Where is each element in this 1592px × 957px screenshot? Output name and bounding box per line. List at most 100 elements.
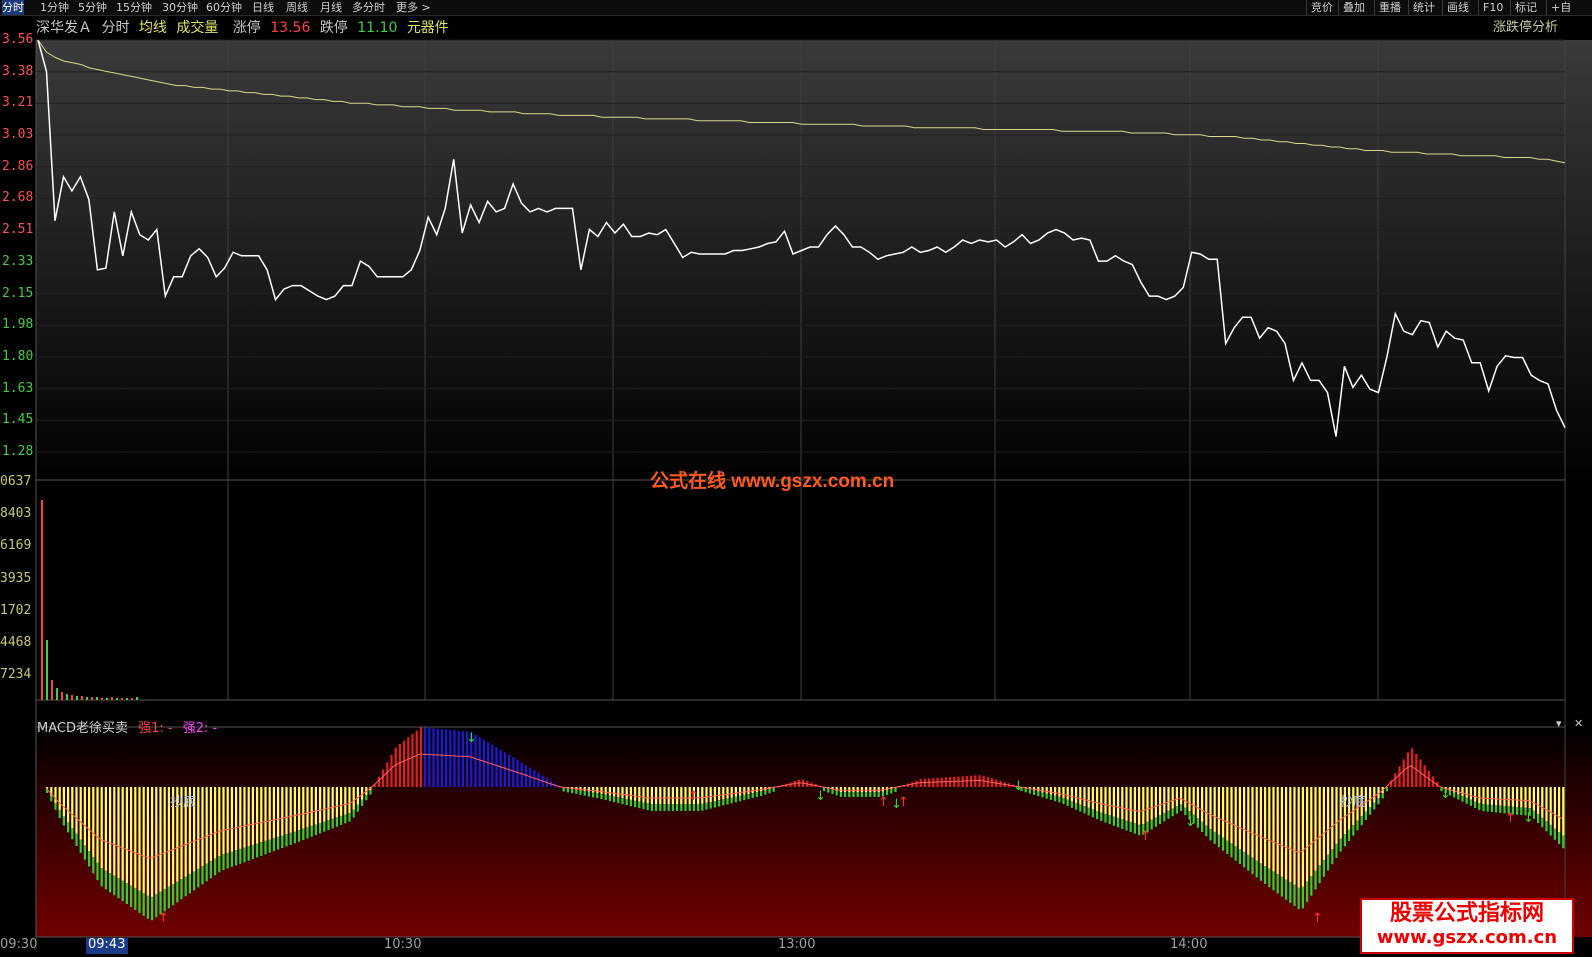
macd-bar-green — [608, 795, 611, 802]
macd-bar-green — [1125, 820, 1128, 831]
macd-bar-green — [352, 809, 355, 818]
macd-bar-green — [1545, 821, 1548, 832]
sell-arrow-icon: ↓ — [466, 731, 477, 746]
volume-bar — [136, 697, 138, 700]
macd-bar-green — [163, 889, 166, 912]
macd-bar — [957, 776, 960, 787]
macd-bar-green — [1549, 824, 1552, 836]
macd-bar-green — [1268, 868, 1271, 888]
macd-bar-green — [835, 790, 838, 796]
macd-bar — [1075, 787, 1078, 803]
macd-bar-green — [138, 890, 141, 913]
macd-bar-green — [873, 792, 876, 797]
macd-bar-green — [62, 816, 65, 826]
macd-bar — [323, 787, 326, 822]
macd-bar-green — [230, 851, 233, 867]
macd-bar-green — [831, 789, 834, 794]
macd-bar-green — [83, 845, 86, 860]
macd-bar — [411, 733, 414, 787]
macd-bar — [587, 787, 590, 792]
macd-bar — [1112, 787, 1115, 817]
macd-bar — [1133, 787, 1136, 824]
macd-bar — [638, 787, 641, 802]
macd-bar-green — [218, 856, 221, 873]
macd-bar — [1507, 787, 1510, 807]
macd-bar — [1045, 787, 1048, 794]
macd-bar-green — [327, 820, 330, 831]
macd-bar — [1058, 787, 1061, 797]
macd-bar-green — [1486, 804, 1489, 812]
macd-bar-green — [1209, 828, 1212, 841]
macd-bar-green — [617, 797, 620, 804]
macd-bar — [58, 787, 61, 811]
macd-bar — [54, 787, 57, 803]
macd-bar-green — [104, 870, 107, 890]
macd-bar-green — [151, 896, 154, 921]
macd-bar-green — [1276, 874, 1279, 894]
macd-bar-green — [331, 818, 334, 829]
macd-bar — [159, 787, 162, 892]
sell-arrow-icon: ↓ — [1523, 811, 1534, 826]
volume-bar — [86, 697, 88, 700]
macd-bar — [1301, 787, 1304, 887]
macd-bar-green — [1112, 816, 1115, 826]
collapse-icon[interactable]: ▾ — [1556, 717, 1562, 730]
macd-bar-green — [54, 802, 57, 810]
macd-title[interactable]: MACD老徐买卖 — [37, 721, 128, 736]
macd-bar — [209, 787, 212, 862]
macd-bar — [377, 776, 380, 787]
macd-bar — [965, 775, 968, 787]
macd-bar — [1297, 787, 1300, 888]
price-tick-11: 1.63 — [2, 380, 34, 396]
macd-bar — [130, 787, 133, 886]
macd-bar — [415, 730, 418, 787]
macd-bar-green — [1461, 796, 1464, 802]
macd-bar-green — [67, 822, 70, 833]
macd-bar-green — [1037, 791, 1040, 797]
macd-bar-green — [109, 873, 112, 893]
macd-bar — [197, 787, 200, 869]
macd-bar — [680, 787, 683, 804]
macd-bar-green — [197, 868, 200, 888]
macd-bar-green — [592, 792, 595, 798]
macd-bar-green — [251, 844, 254, 860]
macd-bar — [1280, 787, 1283, 877]
macd-bar — [92, 787, 95, 857]
macd-bar-green — [1331, 849, 1334, 865]
macd-bar-green — [852, 792, 855, 797]
macd-bar-green — [1314, 870, 1317, 890]
volume-tick-1: 8403 — [0, 506, 32, 522]
macd-bar-green — [209, 861, 212, 879]
macd-bar — [940, 777, 943, 787]
volume-bar — [56, 688, 58, 700]
macd-bar-green — [356, 804, 359, 812]
macd-bar-green — [1251, 857, 1254, 875]
macd-bar — [96, 787, 99, 863]
macd-bar — [478, 737, 481, 787]
macd-bar-green — [743, 794, 746, 801]
macd-bar — [356, 787, 359, 805]
macd-bar-green — [1453, 792, 1456, 798]
macd-bar — [1159, 787, 1162, 816]
macd-bar-green — [264, 840, 267, 855]
macd-bar-green — [1490, 804, 1493, 813]
macd-bar-green — [1049, 794, 1052, 800]
macd-bar-green — [1213, 831, 1216, 844]
macd-bar-green — [1297, 887, 1300, 910]
time-label-1030: 10:30 — [384, 937, 422, 952]
macd-bar — [1272, 787, 1275, 872]
macd-bar — [1406, 752, 1409, 787]
macd-bar — [747, 787, 750, 794]
macd-bar-green — [298, 830, 301, 842]
macd-bar — [268, 787, 271, 840]
macd-bar-green — [335, 817, 338, 827]
close-icon[interactable]: ✕ — [1574, 717, 1583, 730]
macd-bar-green — [256, 843, 259, 858]
macd-bar-green — [688, 804, 691, 811]
macd-bar-green — [369, 790, 372, 795]
macd-bar-green — [718, 800, 721, 807]
macd-bar — [235, 787, 238, 851]
macd-bar — [394, 747, 397, 787]
volume-bar — [96, 697, 98, 700]
macd-bar — [1205, 787, 1208, 826]
